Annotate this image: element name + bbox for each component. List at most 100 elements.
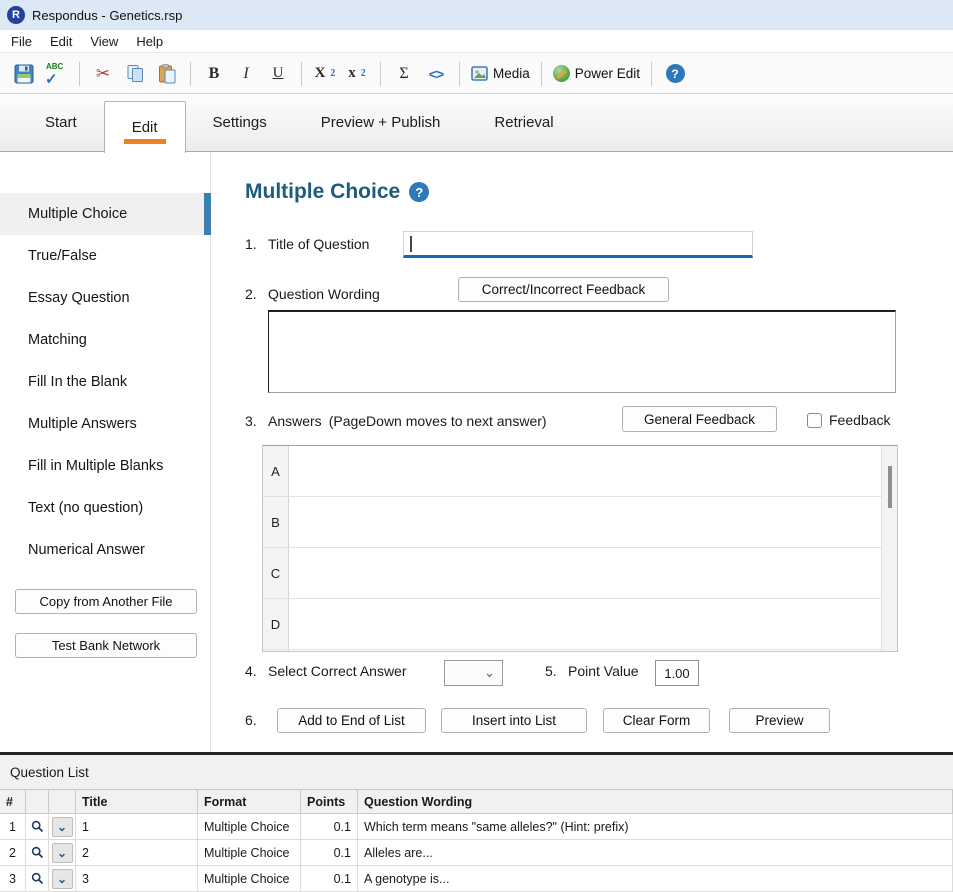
row-title: 2	[76, 840, 198, 866]
general-feedback-button[interactable]: General Feedback	[622, 406, 777, 432]
answer-row-a: A	[263, 446, 897, 497]
answers-label: 3. Answers (PageDown moves to next answe…	[245, 413, 547, 429]
magnifier-icon	[31, 872, 44, 885]
answer-letter-a: A	[263, 446, 289, 496]
magnifier-button[interactable]	[26, 866, 49, 892]
help-button[interactable]: ?	[659, 59, 691, 89]
answer-input-a[interactable]	[289, 446, 897, 496]
row-menu-button[interactable]: ⌄	[49, 840, 76, 866]
italic-button[interactable]: I	[230, 59, 262, 89]
sidebar-item-text-no-question[interactable]: Text (no question)	[0, 487, 210, 529]
answer-letter-c: C	[263, 548, 289, 598]
menu-bar: File Edit View Help	[0, 30, 953, 53]
menu-view[interactable]: View	[81, 32, 127, 51]
answer-input-d[interactable]	[289, 599, 897, 649]
tab-retrieval[interactable]: Retrieval	[467, 94, 580, 151]
answer-row-b: B	[263, 497, 897, 548]
chevron-down-icon: ⌄	[484, 665, 495, 681]
row-menu-button[interactable]: ⌄	[49, 866, 76, 892]
answer-letter-d: D	[263, 599, 289, 649]
row-number: 1	[0, 814, 26, 840]
actions-row-number: 6.	[245, 712, 268, 728]
tab-settings[interactable]: Settings	[186, 94, 294, 151]
copy-button[interactable]	[119, 59, 151, 89]
add-to-end-of-list-button[interactable]: Add to End of List	[277, 708, 426, 733]
answer-letter-e	[263, 650, 289, 652]
cut-button[interactable]: ✂	[87, 59, 119, 89]
menu-file[interactable]: File	[2, 32, 41, 51]
feedback-checkbox[interactable]	[807, 413, 822, 428]
magnifier-button[interactable]	[26, 840, 49, 866]
row-wording: Alleles are...	[358, 840, 953, 866]
tab-start[interactable]: Start	[18, 94, 104, 151]
answer-input-e[interactable]	[289, 650, 897, 652]
chevron-down-icon: ⌄	[57, 821, 67, 833]
preview-button[interactable]: Preview	[729, 708, 830, 733]
question-wording-textarea[interactable]	[268, 310, 896, 393]
sidebar-item-fill-in-the-blank[interactable]: Fill In the Blank	[0, 361, 210, 403]
correct-answer-dropdown[interactable]: ⌄	[444, 660, 503, 686]
superscript-button[interactable]: x2	[341, 59, 373, 89]
toolbar-separator	[459, 62, 460, 86]
clear-form-button[interactable]: Clear Form	[603, 708, 710, 733]
power-edit-button[interactable]: Power Edit	[549, 59, 644, 89]
insert-into-list-button[interactable]: Insert into List	[441, 708, 587, 733]
copy-from-another-file-button[interactable]: Copy from Another File	[15, 589, 197, 614]
question-list-table: # Title Format Points Question Wording 1…	[0, 790, 953, 892]
media-icon	[471, 66, 488, 81]
paste-button[interactable]	[151, 59, 183, 89]
row-points: 0.1	[301, 840, 358, 866]
underline-button[interactable]: U	[262, 59, 294, 89]
answer-row-e	[263, 650, 897, 652]
sidebar-item-essay-question[interactable]: Essay Question	[0, 277, 210, 319]
sidebar-item-fill-in-multiple-blanks[interactable]: Fill in Multiple Blanks	[0, 445, 210, 487]
col-title: Title	[76, 790, 198, 814]
heading-help-icon[interactable]: ?	[409, 182, 429, 202]
title-of-question-input[interactable]	[403, 231, 753, 258]
subscript-button[interactable]: X2	[309, 59, 341, 89]
bold-button[interactable]: B	[198, 59, 230, 89]
tab-strip: Start Edit Settings Preview + Publish Re…	[0, 94, 953, 152]
question-row-2[interactable]: 2 ⌄ 2 Multiple Choice 0.1 Alleles are...	[0, 840, 953, 866]
answer-input-c[interactable]	[289, 548, 897, 598]
edit-content-region: Multiple Choice True/False Essay Questio…	[0, 152, 953, 752]
menu-help[interactable]: Help	[127, 32, 172, 51]
html-code-button[interactable]: <>	[420, 59, 452, 89]
spellcheck-button[interactable]: ABC ✓	[40, 59, 72, 89]
window-title: Respondus - Genetics.rsp	[32, 8, 182, 23]
sidebar-item-multiple-choice[interactable]: Multiple Choice	[0, 193, 210, 235]
sidebar-item-numerical-answer[interactable]: Numerical Answer	[0, 529, 210, 571]
tab-preview-publish[interactable]: Preview + Publish	[294, 94, 468, 151]
answers-scrollbar-thumb[interactable]	[888, 466, 892, 508]
row-wording: A genotype is...	[358, 866, 953, 892]
equation-button[interactable]: Σ	[388, 59, 420, 89]
row-number: 2	[0, 840, 26, 866]
answer-input-b[interactable]	[289, 497, 897, 547]
row-wording: Which term means "same alleles?" (Hint: …	[358, 814, 953, 840]
toolbar-separator	[79, 62, 80, 86]
media-button[interactable]: Media	[467, 59, 534, 89]
sidebar-item-matching[interactable]: Matching	[0, 319, 210, 361]
menu-edit[interactable]: Edit	[41, 32, 81, 51]
tab-edit[interactable]: Edit	[104, 101, 186, 153]
correct-incorrect-feedback-button[interactable]: Correct/Incorrect Feedback	[458, 277, 669, 302]
row-menu-button[interactable]: ⌄	[49, 814, 76, 840]
col-menu	[49, 790, 76, 814]
row-format: Multiple Choice	[198, 814, 301, 840]
point-value-input[interactable]: 1.00	[655, 660, 699, 686]
question-row-3[interactable]: 3 ⌄ 3 Multiple Choice 0.1 A genotype is.…	[0, 866, 953, 892]
row-title: 1	[76, 814, 198, 840]
power-edit-icon	[553, 65, 570, 82]
sidebar-item-multiple-answers[interactable]: Multiple Answers	[0, 403, 210, 445]
question-row-1[interactable]: 1 ⌄ 1 Multiple Choice 0.1 Which term mea…	[0, 814, 953, 840]
save-button[interactable]	[8, 59, 40, 89]
sidebar-item-true-false[interactable]: True/False	[0, 235, 210, 277]
row-title: 3	[76, 866, 198, 892]
spellcheck-icon: ABC ✓	[44, 63, 68, 85]
test-bank-network-button[interactable]: Test Bank Network	[15, 633, 197, 658]
question-wording-label: 2. Question Wording	[245, 286, 380, 302]
magnifier-button[interactable]	[26, 814, 49, 840]
page-title: Multiple Choice ?	[245, 180, 429, 204]
answers-scrollbar[interactable]	[881, 446, 897, 651]
col-format: Format	[198, 790, 301, 814]
